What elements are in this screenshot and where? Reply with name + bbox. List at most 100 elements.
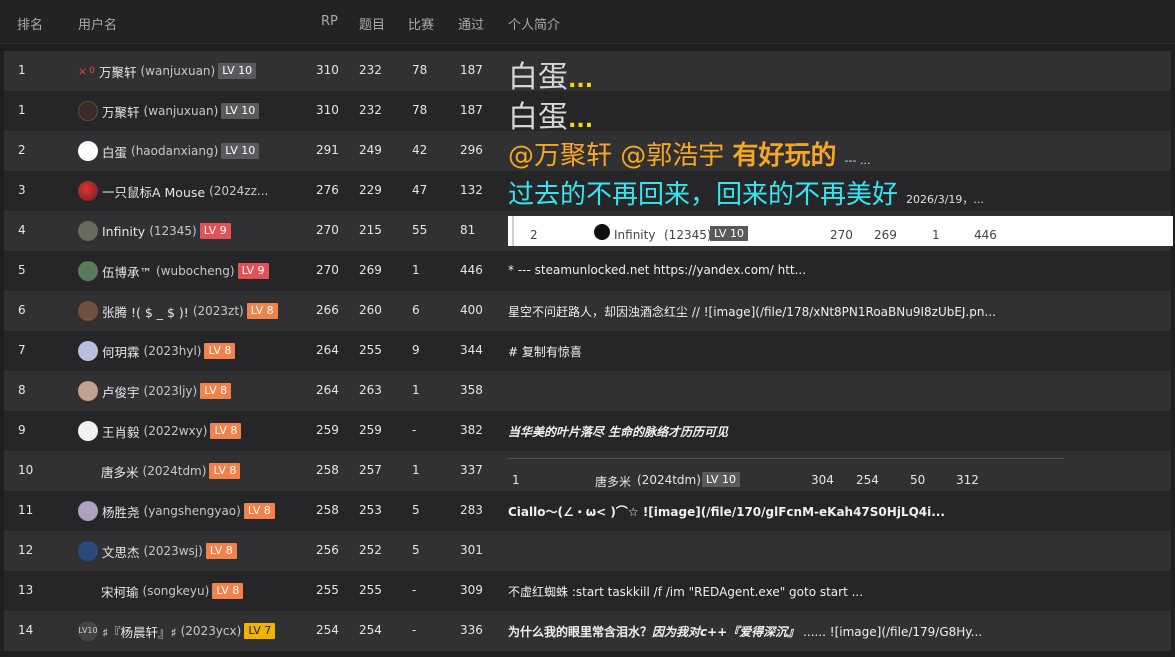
rank-cell: 5 (18, 263, 26, 277)
level-badge: LV 9 (237, 263, 269, 279)
user-cell: 伍博承™ (wubocheng) LV 9 (78, 260, 269, 282)
avatar[interactable] (78, 341, 98, 361)
embedded-row: 2 Infinity (12345) LV 10 270 269 1 446 (512, 216, 1173, 246)
user-handle: (2023wsj) (143, 544, 203, 558)
avatar[interactable] (78, 301, 98, 321)
user-name-link[interactable]: 唐多米 (101, 462, 139, 481)
matches-cell: 9 (412, 343, 420, 357)
embed-passed: 446 (974, 228, 997, 242)
intro-bold-text: 有好玩的 (732, 141, 837, 171)
rp-cell: 259 (316, 423, 339, 437)
intro-mentions[interactable]: @万聚轩 @郭浩宇 (508, 141, 733, 171)
intro-cell: 当华美的叶片落尽 生命的脉络才历历可见 (508, 425, 729, 439)
user-handle: (2023zt) (192, 304, 244, 318)
table-row: 12 文思杰 (2023wsj) LV 8 256 252 5 301 (4, 531, 1171, 571)
avatar[interactable] (78, 541, 98, 561)
matches-cell: 6 (412, 303, 420, 317)
user-name-link[interactable]: 一只鼠标A Mouse (102, 182, 205, 201)
user-name-link[interactable]: 王肖毅 (102, 422, 140, 441)
intro-cell: 不虚红蜘蛛 :start taskkill /f /im "REDAgent.e… (508, 585, 864, 599)
user-name-link[interactable]: 何玥霖 (102, 342, 140, 361)
intro-tail: 2026/3/19，... (906, 193, 984, 206)
rank-cell: 13 (18, 583, 34, 597)
rank-cell: 7 (18, 343, 26, 357)
intro-answer: 因为我对c++『爱得深沉』 (652, 625, 800, 639)
avatar[interactable] (78, 221, 98, 241)
embed-rp: 304 (811, 473, 834, 487)
questions-cell: 215 (359, 223, 382, 237)
matches-cell: 42 (412, 143, 428, 157)
questions-cell: 255 (359, 343, 382, 357)
user-handle: (haodanxiang) (131, 144, 219, 158)
table-row: 1 万聚轩 (wanjuxuan) LV 10 310 232 78 187 白… (4, 91, 1171, 135)
table-row: 7 何玥霖 (2023hyl) LV 8 264 255 9 344 # 复制有… (4, 331, 1171, 371)
avatar[interactable] (78, 421, 98, 441)
header-matches[interactable]: 比赛 (408, 14, 434, 33)
embed-rp: 270 (830, 228, 853, 242)
avatar[interactable] (78, 141, 98, 161)
level-badge: LV 8 (243, 503, 275, 519)
header-rank[interactable]: 排名 (17, 14, 43, 33)
questions-cell: 257 (359, 463, 382, 477)
questions-cell: 232 (359, 103, 382, 117)
user-name-link[interactable]: 杨胜尧 (102, 502, 140, 521)
user-cell: Infinity (12345) LV 9 (78, 220, 231, 242)
user-name-link[interactable]: 万聚轩 (99, 62, 137, 81)
avatar[interactable] (78, 261, 98, 281)
user-name-link[interactable]: 文思杰 (102, 542, 140, 561)
rank-cell: 6 (18, 303, 26, 317)
intro-cell: * --- steamunlocked.net https://yandex.c… (508, 263, 807, 277)
header-passed[interactable]: 通过 (458, 14, 484, 33)
rp-cell: 254 (316, 623, 339, 637)
rank-cell: 10 (18, 463, 34, 477)
level-badge: LV 7 (244, 623, 276, 639)
embed-matches: 50 (910, 473, 926, 487)
intro-cell: Ciallo～(∠・ω< )⌒☆ ![image](/file/170/glFc… (508, 505, 945, 519)
user-handle: (2022wxy) (143, 424, 208, 438)
intro-cell: 白蛋... (508, 52, 593, 96)
user-name-link[interactable]: 万聚轩 (102, 102, 140, 121)
questions-cell: 254 (359, 623, 382, 637)
level-badge: LV 8 (246, 303, 278, 319)
user-name-link[interactable]: 张腾 !( $ _ $ )! (102, 302, 189, 321)
avatar[interactable] (78, 501, 98, 521)
passed-cell: 382 (460, 423, 483, 437)
user-cell: 万聚轩 (wanjuxuan) LV 10 (78, 100, 260, 122)
header-rp[interactable]: RP (321, 14, 338, 29)
level-badge: LV 8 (200, 383, 232, 399)
user-cell: 文思杰 (2023wsj) LV 8 (78, 540, 237, 562)
user-name-link[interactable]: 白蛋 (102, 142, 127, 161)
avatar[interactable] (78, 181, 98, 201)
user-handle: (yangshengyao) (143, 504, 241, 518)
table-row: 14 LV10 ♯『杨晨轩』♯ (2023ycx) LV 7 254 254 -… (4, 611, 1171, 651)
level-badge: LV 9 (199, 223, 231, 239)
close-icon: × (78, 64, 88, 78)
avatar[interactable]: LV10 (78, 621, 98, 641)
user-handle: (songkeyu) (142, 584, 210, 598)
rank-cell: 1 (18, 63, 26, 77)
matches-cell: 78 (412, 103, 428, 117)
rank-cell: 2 (18, 143, 26, 157)
user-name-link[interactable]: ♯『杨晨轩』♯ (102, 622, 177, 641)
intro-cell: 星空不问赶路人，却因浊酒念红尘 // ![image](/file/178/xN… (508, 305, 996, 319)
user-cell: 王肖毅 (2022wxy) LV 8 (78, 420, 242, 442)
level-badge: LV 10 (218, 63, 257, 79)
user-name-link[interactable]: 卢俊宇 (102, 382, 140, 401)
intro-ellipsis: ... (568, 68, 594, 93)
user-name-link[interactable]: 伍博承™ (102, 262, 152, 281)
rank-cell: 12 (18, 543, 34, 557)
passed-cell: 309 (460, 583, 483, 597)
user-handle: (wanjuxuan) (140, 64, 216, 78)
user-cell: 一只鼠标A Mouse (2024zz... (78, 180, 271, 202)
user-name-link[interactable]: Infinity (102, 224, 145, 239)
questions-cell: 263 (359, 383, 382, 397)
user-name-link[interactable]: 宋柯瑜 (101, 582, 139, 601)
questions-cell: 259 (359, 423, 382, 437)
rp-cell: 258 (316, 503, 339, 517)
header-questions[interactable]: 题目 (359, 14, 385, 33)
embed-matches: 1 (932, 228, 940, 242)
avatar[interactable] (78, 381, 98, 401)
avatar[interactable] (78, 101, 98, 121)
user-cell: 张腾 !( $ _ $ )! (2023zt) LV 8 (78, 300, 278, 322)
rp-cell: 256 (316, 543, 339, 557)
